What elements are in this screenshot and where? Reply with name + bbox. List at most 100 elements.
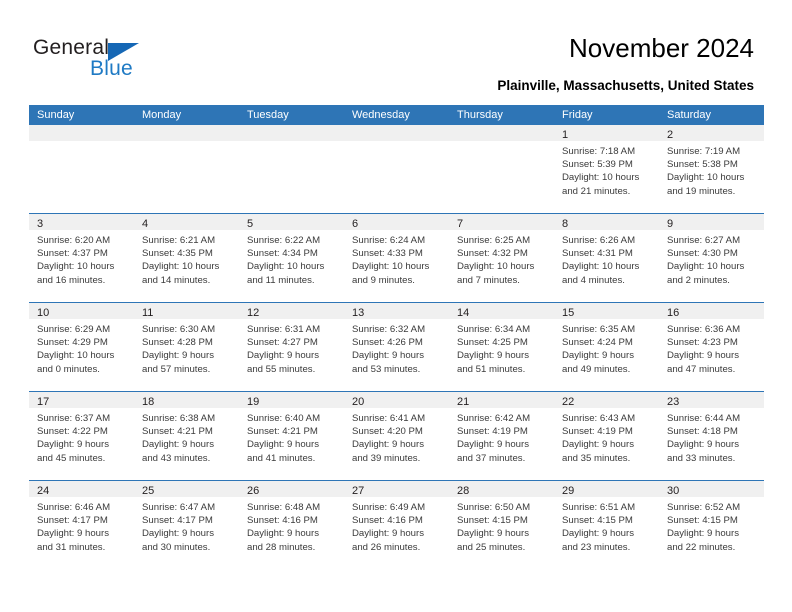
day-number-strip: 29 — [554, 481, 659, 497]
sunrise-text: Sunrise: 6:51 AM — [562, 502, 636, 513]
weekday-header-row: Sunday Monday Tuesday Wednesday Thursday Frid… — [29, 105, 764, 125]
daylight-text: Daylight: 9 hours — [667, 528, 739, 540]
calendar-day-cell[interactable]: 1 Sunrise: 7:18 AM Sunset: 5:39 PM Daylight… — [554, 125, 659, 213]
sunrise-text: Sunrise: 6:42 AM — [457, 413, 531, 424]
day-details: Sunrise: 7:19 AM Sunset: 5:38 PM Daylight:… — [659, 141, 764, 198]
calendar-day-cell[interactable]: 28 Sunrise: 6:50 AM Sunset: 4:15 PM Dayligh… — [449, 481, 554, 569]
calendar-day-cell[interactable]: 26 Sunrise: 6:48 AM Sunset: 4:16 PM Dayligh… — [239, 481, 344, 569]
sunset-text: Sunset: 4:21 PM — [247, 426, 318, 438]
calendar-day-cell[interactable]: 7 Sunrise: 6:25 AM Sunset: 4:32 PM Daylight… — [449, 214, 554, 302]
calendar-day-cell[interactable]: 3 Sunrise: 6:20 AM Sunset: 4:37 PM Daylight… — [29, 214, 134, 302]
sunset-text: Sunset: 4:32 PM — [457, 248, 528, 260]
day-number: 22 — [562, 396, 575, 408]
day-number-strip — [29, 125, 134, 141]
calendar-day-cell[interactable]: 13 Sunrise: 6:32 AM Sunset: 4:26 PM Dayligh… — [344, 303, 449, 391]
daylight-text: Daylight: 10 hours — [562, 261, 640, 273]
sunset-text: Sunset: 4:15 PM — [667, 515, 738, 527]
day-number-strip: 1 — [554, 125, 659, 141]
daylight-text: Daylight: 9 hours — [457, 350, 529, 362]
calendar-day-cell[interactable]: 11 Sunrise: 6:30 AM Sunset: 4:28 PM Dayligh… — [134, 303, 239, 391]
calendar-day-cell[interactable]: 5 Sunrise: 6:22 AM Sunset: 4:34 PM Daylight… — [239, 214, 344, 302]
sunrise-text: Sunrise: 6:41 AM — [352, 413, 426, 424]
day-number-strip: 11 — [134, 303, 239, 319]
calendar-day-cell[interactable]: 8 Sunrise: 6:26 AM Sunset: 4:31 PM Daylight… — [554, 214, 659, 302]
sunset-text: Sunset: 4:23 PM — [667, 337, 738, 349]
day-details: Sunrise: 6:48 AM Sunset: 4:16 PM Daylight:… — [239, 497, 344, 554]
day-number: 2 — [667, 129, 674, 141]
day-number-strip: 8 — [554, 214, 659, 230]
day-details: Sunrise: 6:24 AM Sunset: 4:33 PM Daylight:… — [344, 230, 449, 287]
calendar-day-cell[interactable]: 29 Sunrise: 6:51 AM Sunset: 4:15 PM Dayligh… — [554, 481, 659, 569]
day-details: Sunrise: 6:30 AM Sunset: 4:28 PM Daylight:… — [134, 319, 239, 376]
daylight-text-cont: and 51 minutes. — [457, 363, 526, 375]
calendar-day-cell[interactable]: 22 Sunrise: 6:43 AM Sunset: 4:19 PM Dayligh… — [554, 392, 659, 480]
daylight-text: Daylight: 9 hours — [562, 350, 634, 362]
sunrise-text: Sunrise: 6:26 AM — [562, 235, 636, 246]
calendar-day-cell[interactable]: 30 Sunrise: 6:52 AM Sunset: 4:15 PM Dayligh… — [659, 481, 764, 569]
day-details — [344, 141, 449, 145]
daylight-text: Daylight: 9 hours — [562, 528, 634, 540]
calendar-day-cell[interactable]: 25 Sunrise: 6:47 AM Sunset: 4:17 PM Dayligh… — [134, 481, 239, 569]
day-number: 28 — [457, 485, 470, 497]
day-number-strip: 30 — [659, 481, 764, 497]
calendar-day-cell-empty — [29, 125, 134, 213]
daylight-text: Daylight: 9 hours — [142, 528, 214, 540]
daylight-text: Daylight: 10 hours — [142, 261, 220, 273]
day-number: 4 — [142, 218, 149, 230]
calendar-day-cell[interactable]: 14 Sunrise: 6:34 AM Sunset: 4:25 PM Dayligh… — [449, 303, 554, 391]
calendar-day-cell[interactable]: 16 Sunrise: 6:36 AM Sunset: 4:23 PM Dayligh… — [659, 303, 764, 391]
daylight-text-cont: and 33 minutes. — [667, 452, 736, 464]
daylight-text-cont: and 31 minutes. — [37, 541, 106, 553]
calendar-day-cell-empty — [134, 125, 239, 213]
day-number: 6 — [352, 218, 359, 230]
day-details: Sunrise: 6:52 AM Sunset: 4:15 PM Daylight:… — [659, 497, 764, 554]
calendar-day-cell-empty — [239, 125, 344, 213]
daylight-text: Daylight: 9 hours — [667, 350, 739, 362]
calendar-day-cell[interactable]: 24 Sunrise: 6:46 AM Sunset: 4:17 PM Dayligh… — [29, 481, 134, 569]
page-subtitle-location: Plainville, Massachusetts, United States — [497, 78, 754, 93]
calendar-day-cell[interactable]: 2 Sunrise: 7:19 AM Sunset: 5:38 PM Daylight… — [659, 125, 764, 213]
sunrise-text: Sunrise: 6:30 AM — [142, 324, 216, 335]
day-number-strip: 20 — [344, 392, 449, 408]
calendar-day-cell[interactable]: 15 Sunrise: 6:35 AM Sunset: 4:24 PM Dayligh… — [554, 303, 659, 391]
calendar-day-cell[interactable]: 9 Sunrise: 6:27 AM Sunset: 4:30 PM Daylight… — [659, 214, 764, 302]
calendar-day-cell[interactable]: 21 Sunrise: 6:42 AM Sunset: 4:19 PM Dayligh… — [449, 392, 554, 480]
day-number-strip: 27 — [344, 481, 449, 497]
calendar-day-cell[interactable]: 27 Sunrise: 6:49 AM Sunset: 4:16 PM Dayligh… — [344, 481, 449, 569]
day-details: Sunrise: 6:32 AM Sunset: 4:26 PM Daylight:… — [344, 319, 449, 376]
calendar-day-cell[interactable]: 12 Sunrise: 6:31 AM Sunset: 4:27 PM Dayligh… — [239, 303, 344, 391]
calendar-day-cell[interactable]: 20 Sunrise: 6:41 AM Sunset: 4:20 PM Dayligh… — [344, 392, 449, 480]
daylight-text-cont: and 30 minutes. — [142, 541, 211, 553]
day-details — [29, 141, 134, 145]
day-details — [134, 141, 239, 145]
calendar-day-cell[interactable]: 23 Sunrise: 6:44 AM Sunset: 4:18 PM Dayligh… — [659, 392, 764, 480]
daylight-text-cont: and 41 minutes. — [247, 452, 316, 464]
day-number: 26 — [247, 485, 260, 497]
calendar-day-cell-empty — [449, 125, 554, 213]
calendar-day-cell[interactable]: 17 Sunrise: 6:37 AM Sunset: 4:22 PM Dayligh… — [29, 392, 134, 480]
daylight-text: Daylight: 9 hours — [142, 350, 214, 362]
day-details: Sunrise: 6:50 AM Sunset: 4:15 PM Daylight:… — [449, 497, 554, 554]
calendar-day-cell[interactable]: 6 Sunrise: 6:24 AM Sunset: 4:33 PM Daylight… — [344, 214, 449, 302]
calendar-day-cell[interactable]: 19 Sunrise: 6:40 AM Sunset: 4:21 PM Dayligh… — [239, 392, 344, 480]
day-number-strip: 5 — [239, 214, 344, 230]
daylight-text-cont: and 14 minutes. — [142, 274, 211, 286]
daylight-text: Daylight: 10 hours — [37, 261, 115, 273]
calendar-day-cell[interactable]: 4 Sunrise: 6:21 AM Sunset: 4:35 PM Daylight… — [134, 214, 239, 302]
daylight-text-cont: and 55 minutes. — [247, 363, 316, 375]
calendar-day-cell[interactable]: 18 Sunrise: 6:38 AM Sunset: 4:21 PM Dayligh… — [134, 392, 239, 480]
daylight-text: Daylight: 10 hours — [352, 261, 430, 273]
sunrise-text: Sunrise: 6:38 AM — [142, 413, 216, 424]
day-number-strip: 25 — [134, 481, 239, 497]
sunrise-text: Sunrise: 6:52 AM — [667, 502, 741, 513]
day-details: Sunrise: 6:34 AM Sunset: 4:25 PM Daylight:… — [449, 319, 554, 376]
day-details: Sunrise: 6:21 AM Sunset: 4:35 PM Daylight:… — [134, 230, 239, 287]
daylight-text: Daylight: 9 hours — [457, 439, 529, 451]
calendar-day-cell[interactable]: 10 Sunrise: 6:29 AM Sunset: 4:29 PM Dayligh… — [29, 303, 134, 391]
daylight-text-cont: and 22 minutes. — [667, 541, 736, 553]
general-blue-logo[interactable]: General Blue — [33, 36, 173, 84]
weekday-header-monday: Monday — [142, 109, 182, 121]
sunrise-text: Sunrise: 6:48 AM — [247, 502, 321, 513]
day-details: Sunrise: 6:51 AM Sunset: 4:15 PM Daylight:… — [554, 497, 659, 554]
sunrise-text: Sunrise: 6:37 AM — [37, 413, 111, 424]
